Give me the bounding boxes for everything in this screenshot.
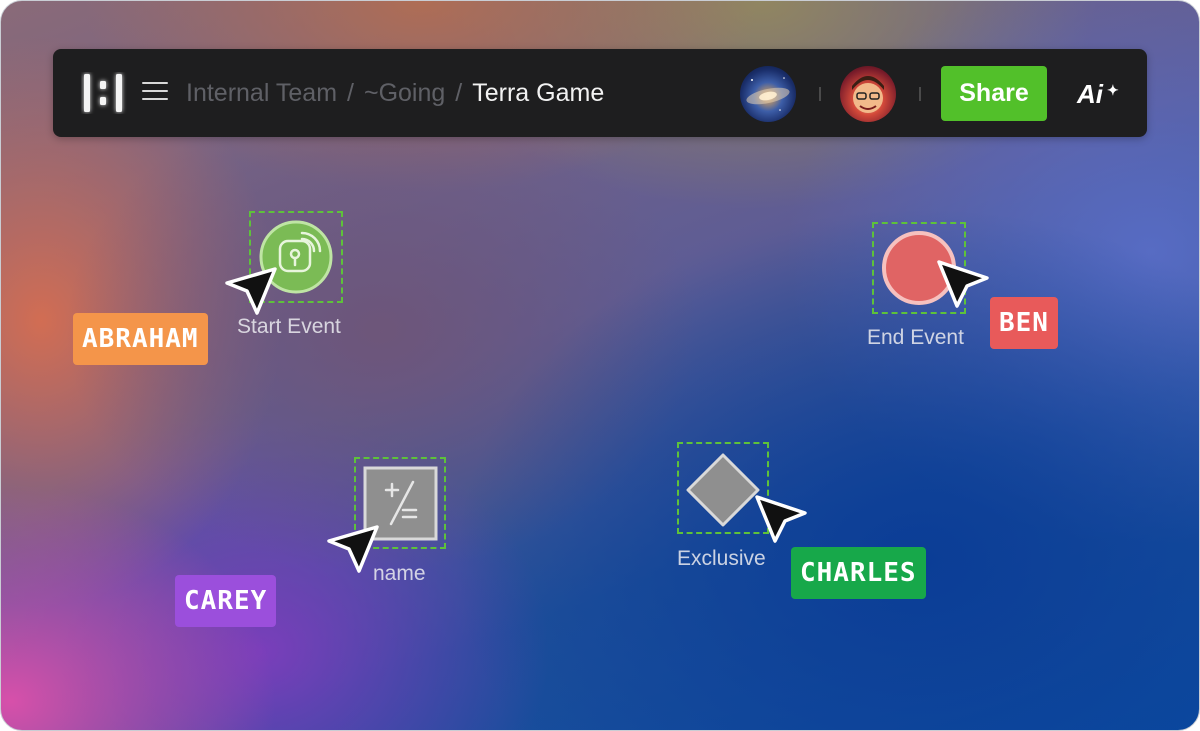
collaborator-tag-charles: CHARLES — [791, 547, 926, 599]
end-event-label: End Event — [867, 326, 964, 349]
character-avatar-image — [852, 76, 884, 113]
collaborator-tag-abraham: ABRAHAM — [73, 313, 208, 365]
menu-icon[interactable] — [142, 82, 168, 104]
divider — [919, 87, 921, 101]
share-button[interactable]: Share — [941, 66, 1047, 121]
divider — [819, 87, 821, 101]
breadcrumb-separator: / — [347, 79, 354, 107]
avatar-character[interactable] — [840, 66, 896, 122]
breadcrumb: Internal Team / ~Going / Terra Game — [186, 76, 604, 110]
avatar-galaxy[interactable] — [740, 66, 796, 122]
collaborator-tag-carey: CAREY — [175, 575, 277, 627]
exclusive-gateway-node[interactable] — [685, 452, 761, 528]
cursor-ben-icon — [937, 260, 989, 308]
page-title[interactable]: Terra Game — [472, 79, 604, 107]
breadcrumb-item-team[interactable]: Internal Team — [186, 79, 337, 107]
cursor-charles-icon — [755, 495, 807, 543]
top-bar: Internal Team / ~Going / Terra Game Share A — [53, 49, 1147, 137]
app-canvas[interactable]: Internal Team / ~Going / Terra Game Share A — [0, 0, 1200, 731]
collaborator-tag-ben: BEN — [990, 297, 1058, 349]
gateway-label: Exclusive — [677, 547, 766, 570]
sparkle-icon: ✦ — [1107, 82, 1119, 98]
cursor-carey-icon — [327, 525, 379, 573]
ai-assistant-button[interactable]: Ai ✦ — [1077, 77, 1119, 111]
ai-label: Ai — [1077, 79, 1103, 109]
breadcrumb-item-folder[interactable]: ~Going — [364, 79, 445, 107]
breadcrumb-separator: / — [455, 79, 463, 107]
galaxy-avatar-image — [746, 77, 790, 111]
app-logo-icon[interactable] — [81, 72, 127, 114]
cursor-abraham-icon — [225, 267, 277, 315]
